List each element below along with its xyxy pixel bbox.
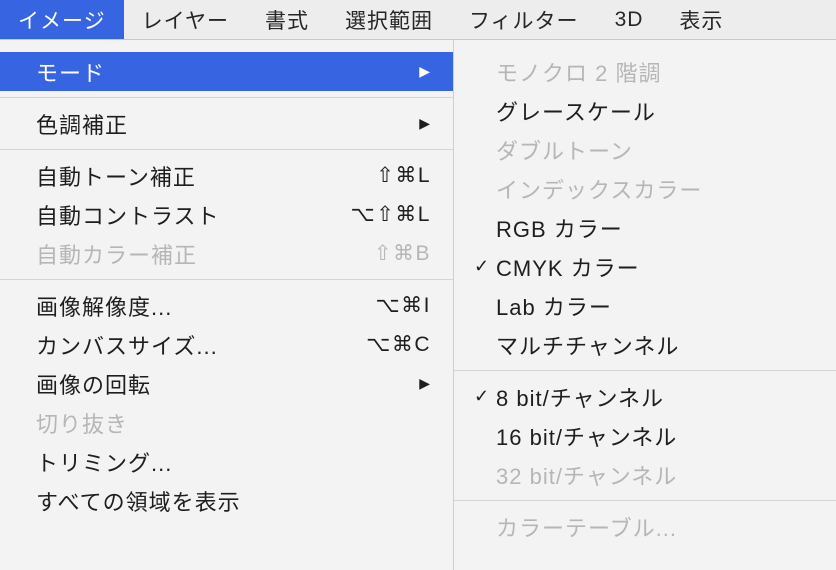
submenu-item-label: CMYK カラー [496, 251, 814, 283]
submenu-item-label: マルチチャンネル [496, 329, 814, 361]
submenu-item[interactable]: Lab カラー [454, 286, 836, 325]
menu-item-label: 色調補正 [36, 108, 419, 140]
menubar-item-label: 選択範囲 [345, 5, 433, 35]
menu-item: 自動カラー補正⇧⌘B [0, 234, 453, 273]
menu-item[interactable]: トリミング... [0, 442, 453, 481]
menu-item[interactable]: モード▶ [0, 52, 453, 91]
submenu-separator [454, 500, 836, 501]
menubar-item-label: イメージ [18, 5, 106, 35]
menu-item-label: モード [36, 56, 419, 88]
menubar-item-2[interactable]: 書式 [247, 0, 327, 39]
submenu-item: インデックスカラー [454, 169, 836, 208]
menu-item: 切り抜き [0, 403, 453, 442]
submenu-item-label: 16 bit/チャンネル [496, 420, 814, 452]
submenu-item-label: ダブルトーン [496, 134, 814, 166]
menu-item-shortcut: ⌥⌘I [375, 293, 431, 318]
menu-item-shortcut: ⌥⇧⌘L [351, 202, 431, 227]
submenu-item-label: インデックスカラー [496, 173, 814, 205]
mode-submenu: モノクロ 2 階調グレースケールダブルトーンインデックスカラーRGB カラー✓C… [454, 40, 836, 570]
menu-separator [0, 279, 453, 280]
menu-item[interactable]: 色調補正▶ [0, 104, 453, 143]
menu-item-shortcut: ⇧⌘L [376, 163, 431, 188]
menubar-item-0[interactable]: イメージ [0, 0, 124, 39]
submenu-item: 32 bit/チャンネル [454, 455, 836, 494]
menu-item[interactable]: 自動コントラスト⌥⇧⌘L [0, 195, 453, 234]
submenu-item-label: RGB カラー [496, 212, 814, 244]
submenu-separator [454, 370, 836, 371]
menubar-item-label: 書式 [265, 5, 309, 35]
menubar-item-3[interactable]: 選択範囲 [327, 0, 451, 39]
menubar-item-6[interactable]: 表示 [661, 0, 741, 39]
menu-item[interactable]: 画像解像度...⌥⌘I [0, 286, 453, 325]
submenu-item[interactable]: 16 bit/チャンネル [454, 416, 836, 455]
submenu-arrow-icon: ▶ [419, 115, 431, 132]
submenu-item-label: モノクロ 2 階調 [496, 56, 814, 88]
submenu-item-label: 8 bit/チャンネル [496, 381, 814, 413]
menu-item-shortcut: ⌥⌘C [366, 332, 431, 357]
submenu-item[interactable]: ✓8 bit/チャンネル [454, 377, 836, 416]
menubar-item-label: 表示 [679, 5, 723, 35]
menu-item-label: 画像の回転 [36, 368, 419, 400]
menu-separator [0, 149, 453, 150]
menubar-item-label: フィルター [469, 5, 579, 35]
submenu-item[interactable]: マルチチャンネル [454, 325, 836, 364]
menu-item[interactable]: 画像の回転▶ [0, 364, 453, 403]
menu-item[interactable]: カンバスサイズ...⌥⌘C [0, 325, 453, 364]
menu-item-label: 切り抜き [36, 407, 431, 439]
submenu-item: ダブルトーン [454, 130, 836, 169]
menu-item-label: 自動トーン補正 [36, 160, 376, 192]
checkmark-icon: ✓ [468, 256, 496, 277]
submenu-arrow-icon: ▶ [419, 375, 431, 392]
menubar: イメージ レイヤー 書式 選択範囲 フィルター 3D 表示 [0, 0, 836, 40]
submenu-item-label: グレースケール [496, 95, 814, 127]
menubar-item-label: レイヤー [142, 5, 229, 35]
menu-item[interactable]: すべての領域を表示 [0, 481, 453, 520]
submenu-item[interactable]: グレースケール [454, 91, 836, 130]
submenu-item-label: Lab カラー [496, 290, 814, 322]
submenu-item: モノクロ 2 階調 [454, 52, 836, 91]
menubar-item-label: 3D [615, 8, 644, 32]
submenu-item-label: カラーテーブル... [496, 511, 814, 543]
menu-separator [0, 97, 453, 98]
menu-item-shortcut: ⇧⌘B [374, 241, 431, 266]
submenu-item[interactable]: ✓CMYK カラー [454, 247, 836, 286]
menu-item-label: トリミング... [36, 446, 431, 478]
submenu-item-label: 32 bit/チャンネル [496, 459, 814, 491]
menu-item-label: 自動カラー補正 [36, 238, 374, 270]
menubar-item-5[interactable]: 3D [597, 0, 662, 39]
menu-item[interactable]: 自動トーン補正⇧⌘L [0, 156, 453, 195]
menubar-item-4[interactable]: フィルター [451, 0, 597, 39]
menu-item-label: すべての領域を表示 [36, 485, 431, 517]
menu-item-label: 画像解像度... [36, 290, 375, 322]
checkmark-icon: ✓ [468, 386, 496, 407]
submenu-item[interactable]: RGB カラー [454, 208, 836, 247]
submenu-item: カラーテーブル... [454, 507, 836, 546]
image-menu-dropdown: モード▶色調補正▶自動トーン補正⇧⌘L自動コントラスト⌥⇧⌘L自動カラー補正⇧⌘… [0, 40, 454, 570]
menubar-item-1[interactable]: レイヤー [124, 0, 247, 39]
submenu-arrow-icon: ▶ [419, 63, 431, 80]
menu-item-label: カンバスサイズ... [36, 329, 366, 361]
menu-item-label: 自動コントラスト [36, 199, 351, 231]
